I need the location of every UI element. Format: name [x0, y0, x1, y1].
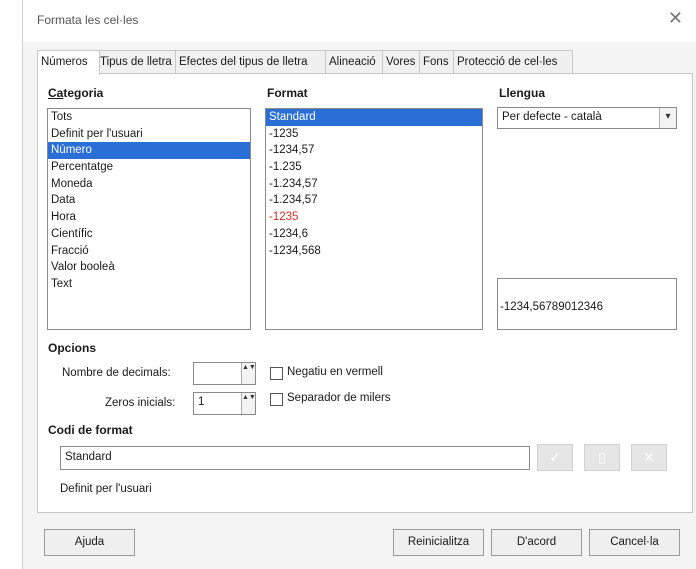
list-item[interactable]: -1235 — [266, 126, 482, 143]
format-code-value: Standard — [65, 451, 112, 463]
tab-font-effects[interactable]: Efectes del tipus de lletra — [175, 50, 329, 73]
list-item[interactable]: Fracció — [48, 243, 250, 260]
list-item[interactable]: Data — [48, 192, 250, 209]
list-item[interactable]: Percentatge — [48, 159, 250, 176]
format-cells-dialog: Formata les cel·les ✕ Números Tipus de l… — [22, 0, 696, 569]
ok-button[interactable]: D'acord — [491, 529, 582, 556]
tab-cell-protection[interactable]: Protecció de cel·les — [453, 50, 573, 73]
tab-alignment[interactable]: Alineació — [325, 50, 386, 73]
format-code-header: Codi de format — [48, 423, 133, 437]
title-bar: Formata les cel·les ✕ — [23, 0, 696, 42]
format-code-input[interactable]: Standard — [60, 446, 530, 470]
list-item[interactable]: Standard — [266, 109, 482, 126]
list-item[interactable]: Tots — [48, 109, 250, 126]
negative-red-label: Negatiu en vermell — [287, 366, 383, 378]
close-icon[interactable]: ✕ — [668, 8, 683, 29]
preview-value: -1234,56789012346 — [500, 301, 603, 313]
format-header: Format — [267, 86, 308, 100]
list-item[interactable]: Definit per l'usuari — [48, 126, 250, 143]
tab-background[interactable]: Fons — [419, 50, 457, 73]
decimals-label: Nombre de decimals: — [62, 367, 171, 379]
window-title: Formata les cel·les — [37, 13, 139, 27]
list-item[interactable]: Número — [48, 142, 250, 160]
list-item[interactable]: Moneda — [48, 176, 250, 193]
language-header: Llengua — [499, 86, 546, 100]
leading-zeros-spinner[interactable]: 1 ▲▼ — [193, 392, 256, 415]
thousands-separator-checkbox[interactable]: Separador de milers — [270, 392, 410, 408]
list-item[interactable]: -1234,57 — [266, 142, 482, 159]
list-item[interactable]: Text — [48, 276, 250, 293]
tab-borders[interactable]: Vores — [382, 50, 423, 73]
checkbox-box[interactable] — [270, 367, 283, 380]
numbers-tab-page: Categoria Tots Definit per l'usuari Núme… — [37, 73, 693, 513]
list-item[interactable]: -1234,568 — [266, 243, 482, 260]
category-header: Categoria — [48, 86, 104, 100]
list-item[interactable]: Científic — [48, 226, 250, 243]
list-item[interactable]: -1234,6 — [266, 226, 482, 243]
language-select[interactable]: Per defecte - català ▾ — [497, 107, 677, 129]
list-item[interactable]: -1.234,57 — [266, 192, 482, 209]
list-item[interactable]: -1235 — [266, 209, 482, 226]
leading-zeros-value: 1 — [198, 396, 205, 408]
reset-button[interactable]: Reinicialitza — [393, 529, 484, 556]
decimals-spinner[interactable]: ▲▼ — [193, 362, 256, 385]
tab-numbers[interactable]: Números — [37, 50, 100, 75]
cancel-button[interactable]: Cancel·la — [589, 529, 680, 556]
help-button[interactable]: Ajuda — [44, 529, 135, 556]
list-item[interactable]: Valor booleà — [48, 259, 250, 276]
tab-font[interactable]: Tipus de lletra — [96, 50, 179, 73]
language-value: Per defecte - català — [502, 111, 602, 123]
options-header: Opcions — [48, 341, 97, 355]
list-item[interactable]: -1.235 — [266, 159, 482, 176]
comment-icon[interactable]: ▯ — [584, 444, 620, 471]
spin-arrows-icon[interactable]: ▲▼ — [241, 393, 256, 414]
list-item[interactable]: Hora — [48, 209, 250, 226]
spin-arrows-icon[interactable]: ▲▼ — [241, 363, 256, 384]
negative-red-checkbox[interactable]: Negatiu en vermell — [270, 366, 410, 382]
check-icon[interactable]: ✓ — [537, 444, 573, 471]
thousands-separator-label: Separador de milers — [287, 392, 391, 404]
delete-icon[interactable]: ✕ — [631, 444, 667, 471]
format-preview: -1234,56789012346 — [497, 278, 677, 330]
chevron-down-icon[interactable]: ▾ — [659, 108, 676, 128]
checkbox-box[interactable] — [270, 393, 283, 406]
list-item[interactable]: -1.234,57 — [266, 176, 482, 193]
leading-zeros-label: Zeros inicials: — [105, 397, 176, 409]
format-list[interactable]: Standard -1235 -1234,57 -1.235 -1.234,57… — [265, 108, 483, 330]
category-list[interactable]: Tots Definit per l'usuari Número Percent… — [47, 108, 251, 330]
format-code-description: Definit per l'usuari — [60, 483, 152, 495]
